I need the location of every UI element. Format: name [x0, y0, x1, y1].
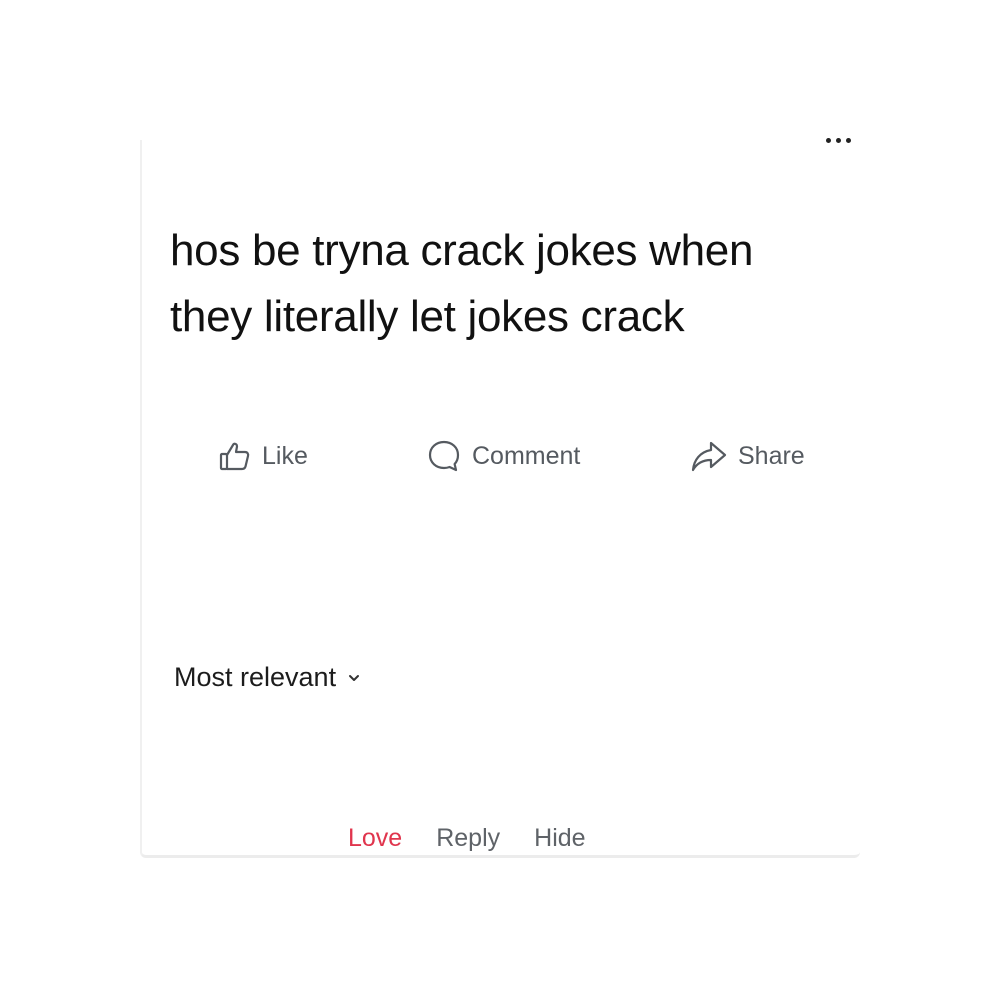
comment-sort-dropdown[interactable]: Most relevant [174, 662, 360, 693]
hide-button[interactable]: Hide [534, 824, 585, 853]
share-arrow-icon [690, 439, 728, 473]
chevron-down-icon [348, 673, 360, 683]
more-dots-icon-dot [835, 137, 841, 143]
thumbs-up-icon [218, 439, 252, 473]
like-label: Like [262, 441, 308, 470]
comment-button[interactable]: Comment [426, 432, 580, 480]
like-button[interactable]: Like [218, 432, 308, 480]
share-button[interactable]: Share [690, 432, 805, 480]
sort-label: Most relevant [174, 662, 337, 692]
comment-bubble-icon [426, 438, 462, 474]
more-options-button[interactable] [816, 132, 860, 148]
post-action-bar: Like Comment Share [142, 432, 862, 480]
more-dots-icon [825, 137, 831, 143]
share-label: Share [738, 441, 805, 470]
reply-button[interactable]: Reply [436, 824, 500, 853]
comment-reaction-actions: Love Reply Hide [348, 824, 586, 853]
comment-label: Comment [472, 441, 581, 470]
love-button[interactable]: Love [348, 824, 402, 853]
post-card: hos be tryna crack jokes when they liter… [140, 137, 862, 858]
post-text: hos be tryna crack jokes when they liter… [170, 226, 754, 341]
page: hos be tryna crack jokes when they liter… [0, 0, 1000, 1000]
more-dots-icon-dot [845, 137, 851, 143]
